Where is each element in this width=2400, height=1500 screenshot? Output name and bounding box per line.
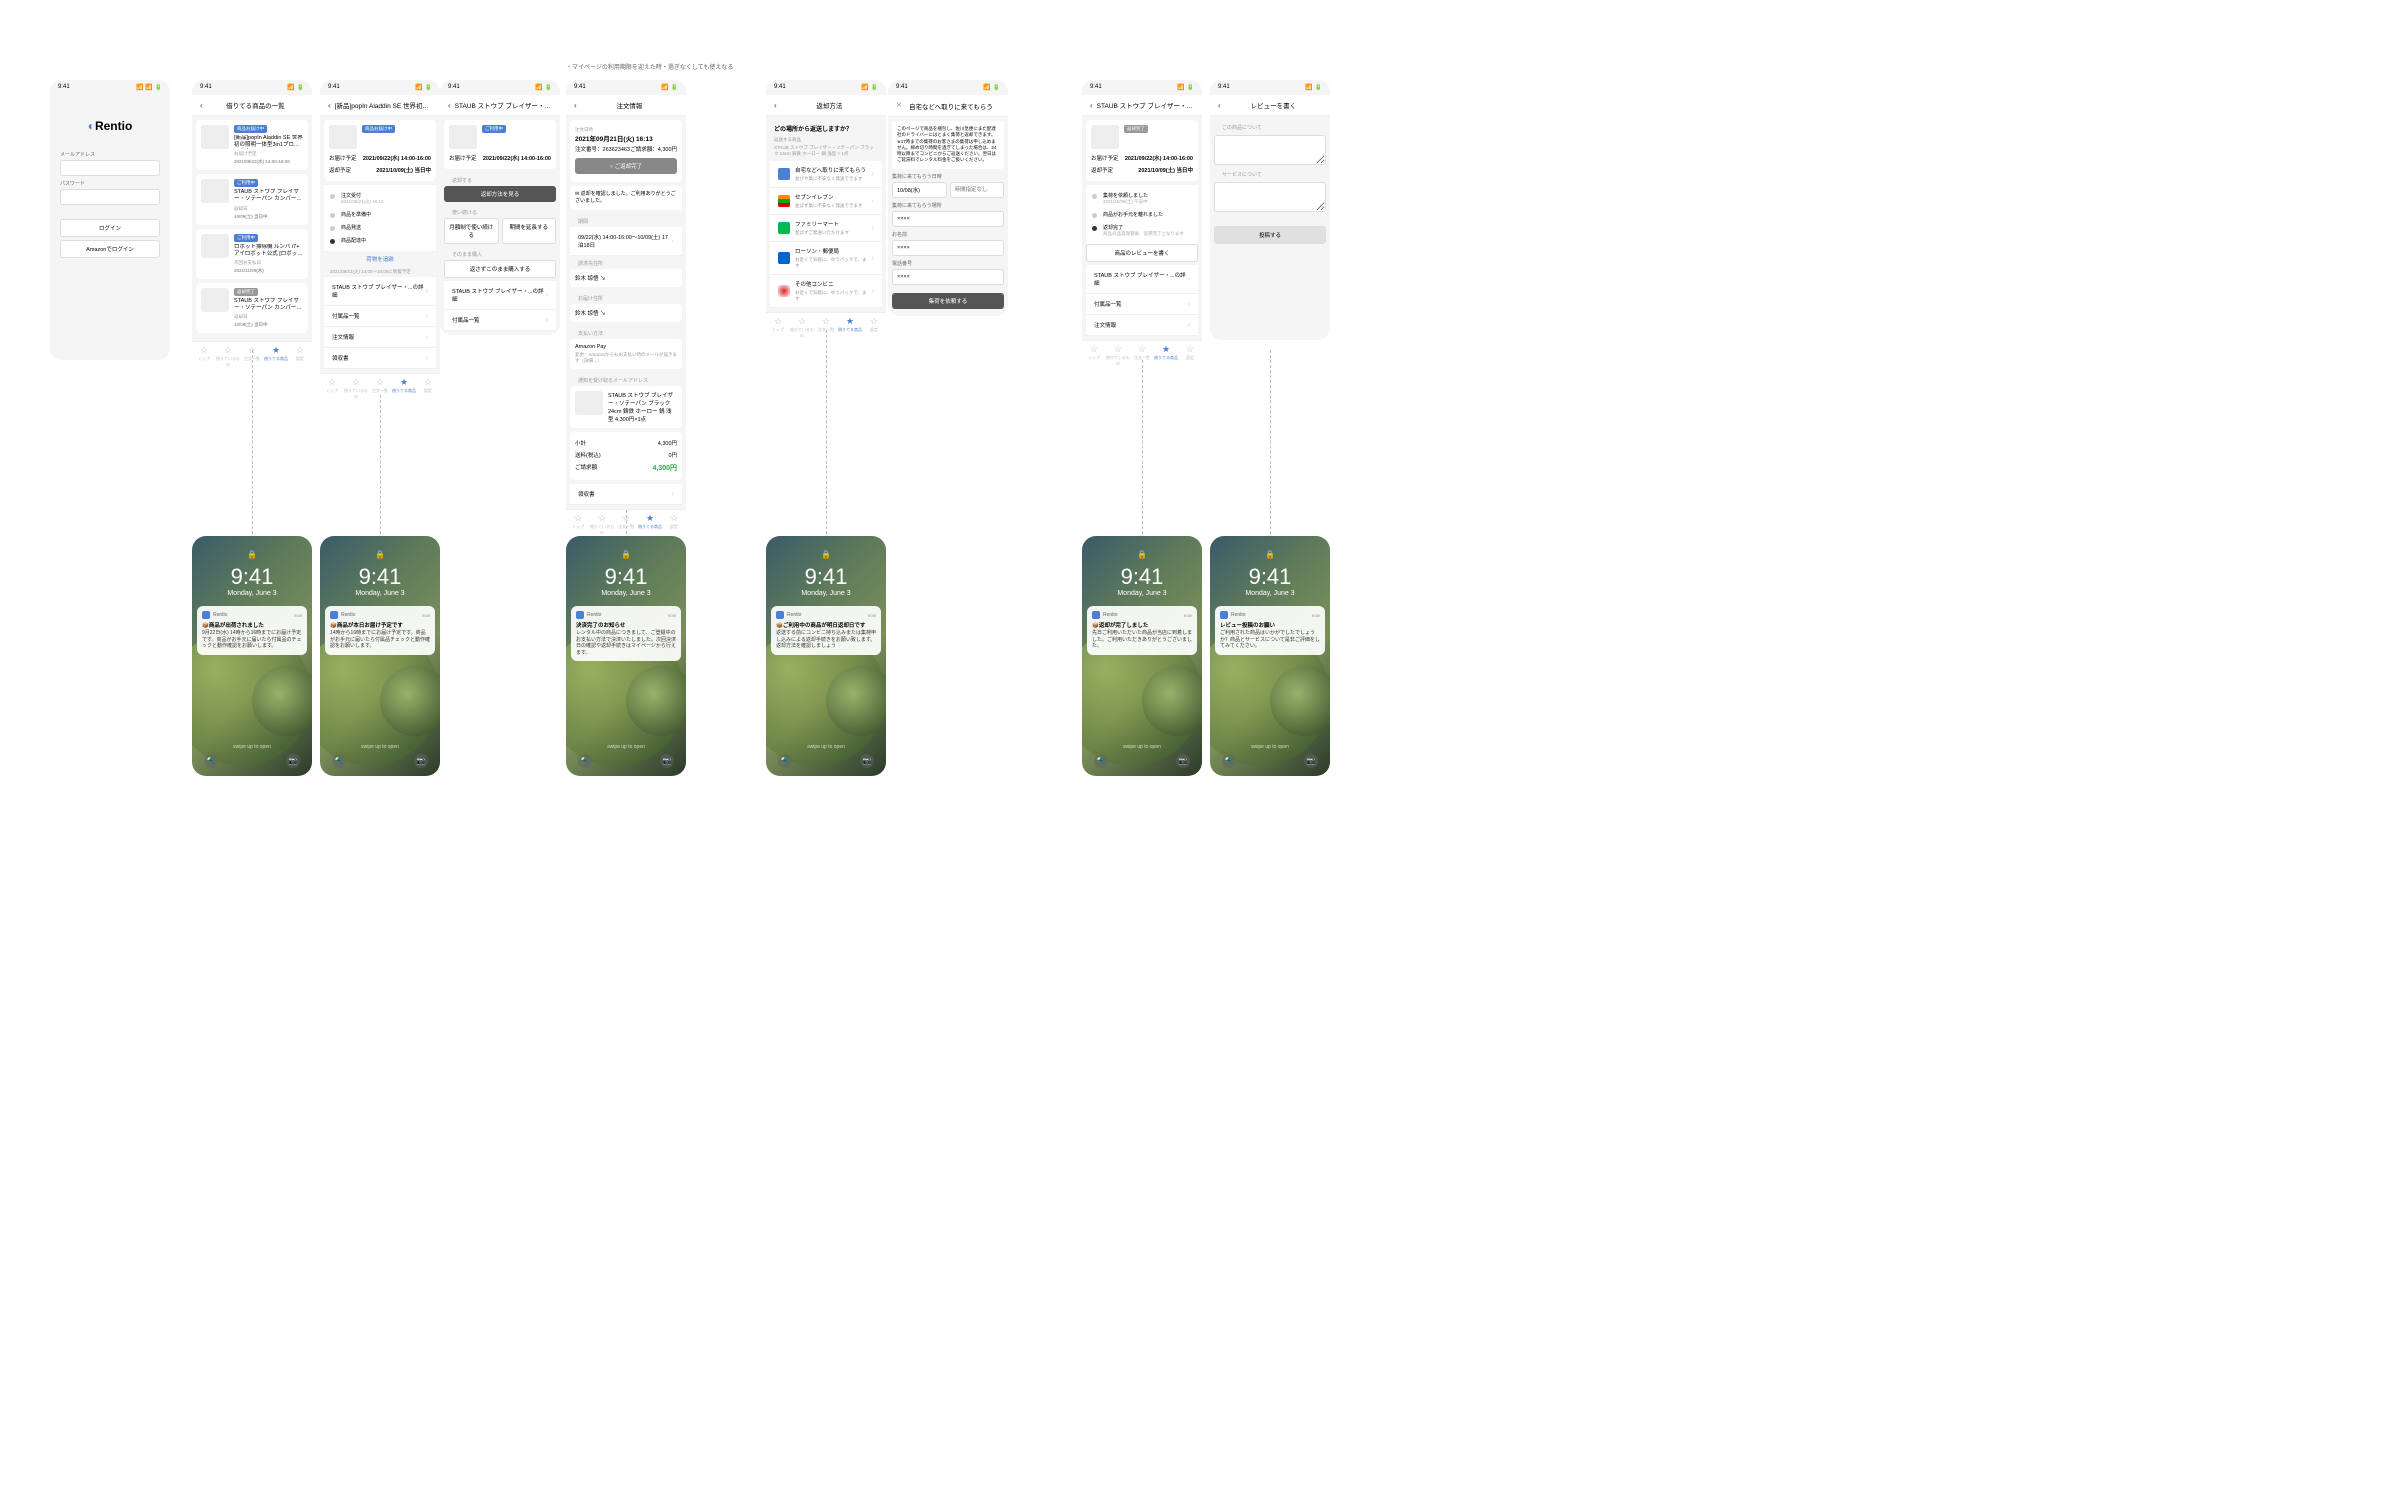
tab-3[interactable]: ★借りてる商品 [264,345,288,368]
lock-icon: 🔒 [1137,550,1147,559]
lockscreen: 🔒 9:41Monday, June 3 Rentionow 📦商品が出荷されま… [192,536,312,776]
lock-icon: 🔒 [821,550,831,559]
return-option[interactable]: 自宅などへ取りに来てもらう並びや集に不安なく発送できます› [770,161,882,188]
flashlight-icon[interactable]: 🔦 [332,754,346,768]
tab-4[interactable]: ☆設定 [288,345,312,368]
more-link[interactable]: STAUB ストウブ ブレイザー・...の詳細› [324,277,436,306]
screen-pickup-form: 9:41📶 🔋 ×自宅などへ取りに来てもらう このページで商品を梱包し、佐川急便… [888,80,1008,316]
lockscreen: 🔒 9:41Monday, June 3 Rentionow 決済完了のお知らせ… [566,536,686,776]
lock-icon: 🔒 [375,550,385,559]
push-notification[interactable]: Rentionow レビュー投稿のお願い ご利用された商品はいかがでしたでしょう… [1215,606,1325,655]
return-option[interactable]: ローソン・郵便局お近くで気軽に、ゆうパックで、ます› [770,242,882,275]
return-option[interactable]: その他コンビニお近くで気軽に、ゆうパックで、ます› [770,275,882,308]
screen-detail-shipping: 9:41📶 🔋 ‹[新品]popIn Aladdin SE 世界初の照... 商… [320,80,440,403]
page-title: 借りてる商品の一覧 [207,100,304,110]
date-input[interactable] [892,182,947,198]
login-button[interactable]: ログイン [60,219,160,237]
screen-login: 9:41📶 📶 🔋 ◐Rentio メールアドレス パスワード ログイン Ama… [50,80,170,360]
camera-icon[interactable]: 📷 [1304,754,1318,768]
tab-4[interactable]: ☆設定 [1178,344,1202,367]
push-notification[interactable]: Rentionow 📦商品が本日お届け予定です 14時から16時までにお届け予定… [325,606,435,655]
flashlight-icon[interactable]: 🔦 [1222,754,1236,768]
order-info-link[interactable]: 注文情報› [324,327,436,348]
tel-input[interactable] [892,269,1004,285]
tab-0[interactable]: ☆トップ [192,345,216,368]
lock-icon: 🔒 [621,550,631,559]
screen-list: 9:41📶 🔋 ‹借りてる商品の一覧 商品お届け中[新品]popIn Aladd… [192,80,312,371]
annotation: ・マイページの利用期限を迎えた時・過ぎなくしても使えなる [566,62,733,71]
return-option[interactable]: ファミリーマート並ばずご発送いただけます› [770,215,882,242]
tab-3[interactable]: ★借りてる商品 [1154,344,1178,367]
password-label: パスワード [60,180,160,187]
email-label: メールアドレス [60,151,160,158]
tab-1[interactable]: ☆借りているもの [590,513,614,536]
back-icon[interactable]: ‹ [200,101,203,110]
email-input[interactable] [60,160,160,176]
screen-return-done: 9:41📶 🔋 ‹STAUB ストウブ ブレイザー・ソテーパ... 返却完了 お… [1082,80,1202,370]
screen-review: 9:41📶 🔋 ‹レビューを書く この商品について サービスについて 投稿する [1210,80,1330,340]
lockscreen: 🔒 9:41Monday, June 3 Rentionow 📦商品が本日お届け… [320,536,440,776]
push-notification[interactable]: Rentionow 📦ご利用中の商品が明日返却日です 返送する前にコンビニ持ち込… [771,606,881,655]
time-input[interactable] [950,182,1005,198]
camera-icon[interactable]: 📷 [414,754,428,768]
tab-4[interactable]: ☆設定 [416,377,440,400]
screen-detail-using: 9:41📶 🔋 ‹STAUB ストウブ ブレイザー・ソテーパ... ご利用中 お… [440,80,560,335]
buy-button[interactable]: 返さずこのまま購入する [444,260,556,278]
statusbar: 9:41📶 📶 🔋 [50,80,170,95]
camera-icon[interactable]: 📷 [660,754,674,768]
tab-3[interactable]: ★借りてる商品 [638,513,662,536]
screen-return-method: 9:41📶 🔋 ‹返却方法 どの場所から返送しますか？ 返送する商品 STAUB… [766,80,886,342]
tab-3[interactable]: ★借りてる商品 [392,377,416,400]
tab-1[interactable]: ☆借りているもの [790,316,814,339]
push-notification[interactable]: Rentionow 📦商品が出荷されました 9月22日(水) 14時から16時ま… [197,606,307,655]
lockscreen: 🔒 9:41Monday, June 3 Rentionow 📦返却が完了しまし… [1082,536,1202,776]
push-notification[interactable]: Rentionow 決済完了のお知らせ レンタル中の商品につきまして、ご登録中の… [571,606,681,661]
tab-3[interactable]: ★借りてる商品 [838,316,862,339]
list-item[interactable]: 返却完了STAUB ストウブ ブレイザー・ソテーパン カンパーニュ28c...返… [196,283,308,333]
receipt-link[interactable]: 領収書› [324,348,436,369]
tab-0[interactable]: ☆トップ [1082,344,1106,367]
flashlight-icon[interactable]: 🔦 [204,754,218,768]
flashlight-icon[interactable]: 🔦 [778,754,792,768]
tab-1[interactable]: ☆借りているもの [216,345,240,368]
password-input[interactable] [60,189,160,205]
return-method-button[interactable]: 返却方法を見る [444,186,556,202]
lock-icon: 🔒 [247,550,257,559]
list-item[interactable]: 商品お届け中[新品]popIn Aladdin SE 世界初の照明一体型3in1… [196,120,308,170]
tab-4[interactable]: ☆設定 [862,316,886,339]
logo: ◐Rentio [50,95,170,147]
tab-1[interactable]: ☆借りているもの [344,377,368,400]
amazon-login-button[interactable]: Amazonでログイン [60,240,160,258]
push-notification[interactable]: Rentionow 📦返却が完了しました 先日ご利用いただいた商品が当店に到着し… [1087,606,1197,655]
review-submit-button[interactable]: 投稿する [1214,226,1326,244]
lockscreen: 🔒 9:41Monday, June 3 Rentionow レビュー投稿のお願… [1210,536,1330,776]
flashlight-icon[interactable]: 🔦 [578,754,592,768]
product-review-input[interactable] [1214,135,1326,165]
lockscreen: 🔒 9:41Monday, June 3 Rentionow 📦ご利用中の商品が… [766,536,886,776]
return-option[interactable]: セブンイレブン並ばず集に不安なく発送できます› [770,188,882,215]
product-thumb [329,125,357,149]
lock-icon: 🔒 [1265,550,1275,559]
service-review-input[interactable] [1214,182,1326,212]
tab-4[interactable]: ☆設定 [662,513,686,536]
place-input[interactable] [892,211,1004,227]
camera-icon[interactable]: 📷 [286,754,300,768]
review-button[interactable]: 商品のレビューを書く [1086,244,1198,262]
track-link[interactable]: 荷物を追跡 [324,251,436,267]
list-item[interactable]: ご利用中ロボット掃除機 ルンバ i7+ アイロボット公式 [ロボットスマー...… [196,229,308,279]
back-icon[interactable]: ‹ [328,101,331,110]
shipping-timeline: 注文受付2021/09/21(火) 16:13商品を準備中商品発送商品配達中 [324,185,436,251]
pickup-submit-button[interactable]: 集荷を依頼する [892,293,1004,309]
flashlight-icon[interactable]: 🔦 [1094,754,1108,768]
tab-0[interactable]: ☆トップ [320,377,344,400]
tab-0[interactable]: ☆トップ [566,513,590,536]
accessories-link[interactable]: 付属品一覧› [324,306,436,327]
tab-0[interactable]: ☆トップ [766,316,790,339]
screen-order: 9:41📶 🔋 ‹注文情報 注文日時2021年09月21日(火) 16:13 注… [566,80,686,539]
tab-1[interactable]: ☆借りているもの [1106,344,1130,367]
camera-icon[interactable]: 📷 [860,754,874,768]
list-item[interactable]: ご利用中STAUB ストウブ ブレイザー・ソテーパン カンパーニュ28c...返… [196,174,308,224]
name-input[interactable] [892,240,1004,256]
camera-icon[interactable]: 📷 [1176,754,1190,768]
